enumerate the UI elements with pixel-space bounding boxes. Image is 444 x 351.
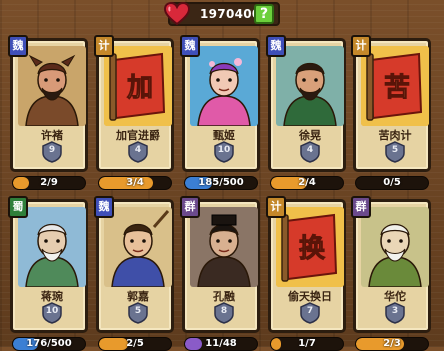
progress-bar: 11/48 (184, 337, 258, 351)
progress-text: 185/500 (198, 177, 244, 188)
progress-text: 176/500 (26, 338, 72, 349)
level-shield-icon: 3 (385, 302, 405, 324)
progress-bar: 0/5 (355, 176, 429, 190)
progress-text: 3/4 (126, 177, 144, 188)
card-frame[interactable]: 许褚 9 (10, 38, 88, 172)
level-shield-icon: 5 (385, 141, 405, 163)
card-slot[interactable]: 换偷天换日 7 计 1/7 (266, 196, 346, 351)
progress-bar: 2/3 (355, 337, 429, 351)
card-portrait: 加 (104, 46, 172, 126)
level-shield-icon: 4 (300, 141, 320, 163)
svg-text:加: 加 (127, 73, 153, 103)
card-slot[interactable]: 许褚 9 魏 2/9 (8, 35, 88, 190)
progress-text: 2/5 (126, 338, 144, 349)
level-shield-icon: 8 (214, 302, 234, 324)
card-frame[interactable]: 孔融 8 (182, 199, 260, 333)
card-level: 5 (134, 306, 142, 316)
card-level: 3 (391, 306, 399, 316)
card-slot[interactable]: 华佗 3 群 2/3 (351, 196, 431, 351)
card-level: 7 (306, 306, 314, 316)
faction-badge: 计 (94, 35, 114, 57)
progress-bar: 185/500 (184, 176, 258, 190)
card-portrait: 换 (276, 207, 344, 287)
card-portrait: 苦 (361, 46, 429, 126)
level-shield-icon: 7 (300, 302, 320, 324)
faction-badge: 计 (266, 196, 286, 218)
card-portrait (18, 46, 86, 126)
card-level: 10 (45, 306, 59, 316)
card-portrait (190, 207, 258, 287)
card-frame[interactable]: 加加官进爵 4 (96, 38, 174, 172)
progress-bar: 2/4 (270, 176, 344, 190)
card-level: 4 (306, 145, 314, 155)
faction-badge: 魏 (8, 35, 28, 57)
card-frame[interactable]: 郭嘉 5 (96, 199, 174, 333)
card-frame[interactable]: 甄姬 10 (182, 38, 260, 172)
faction-badge: 群 (351, 196, 371, 218)
card-portrait (18, 207, 86, 287)
progress-bar: 2/9 (12, 176, 86, 190)
progress-text: 2/9 (40, 177, 58, 188)
progress-bar: 2/5 (98, 337, 172, 351)
progress-bar: 1/7 (270, 337, 344, 351)
level-shield-icon: 10 (42, 302, 62, 324)
card-level: 10 (217, 145, 231, 155)
progress-bar: 3/4 (98, 176, 172, 190)
progress-text: 2/4 (298, 177, 316, 188)
progress-bar: 176/500 (12, 337, 86, 351)
card-slot[interactable]: 加加官进爵 4 计 3/4 (94, 35, 174, 190)
help-button[interactable]: ? (254, 4, 274, 24)
level-shield-icon: 10 (214, 141, 234, 163)
card-frame[interactable]: 徐晃 4 (268, 38, 346, 172)
card-portrait (190, 46, 258, 126)
faction-badge: 群 (180, 196, 200, 218)
card-slot[interactable]: 蒋琬 10 蜀 176/500 (8, 196, 88, 351)
card-level: 9 (48, 145, 56, 155)
faction-badge: 蜀 (8, 196, 28, 218)
faction-badge: 计 (351, 35, 371, 57)
card-level: 5 (391, 145, 399, 155)
svg-text:苦: 苦 (384, 73, 410, 103)
card-slot[interactable]: 甄姬 10 魏 185/500 (180, 35, 260, 190)
card-slot[interactable]: 徐晃 4 魏 2/4 (266, 35, 346, 190)
card-slot[interactable]: 郭嘉 5 魏 2/5 (94, 196, 174, 351)
card-frame[interactable]: 华佗 3 (353, 199, 431, 333)
svg-text:换: 换 (299, 234, 326, 264)
level-shield-icon: 4 (128, 141, 148, 163)
card-portrait (104, 207, 172, 287)
faction-badge: 魏 (180, 35, 200, 57)
progress-text: 11/48 (205, 338, 237, 349)
level-shield-icon: 5 (128, 302, 148, 324)
card-slot[interactable]: 苦苦肉计 5 计 0/5 (351, 35, 431, 190)
card-level: 8 (220, 306, 228, 316)
faction-badge: 魏 (94, 196, 114, 218)
progress-text: 1/7 (298, 338, 316, 349)
card-frame[interactable]: 蒋琬 10 (10, 199, 88, 333)
card-portrait (361, 207, 429, 287)
card-frame[interactable]: 换偷天换日 7 (268, 199, 346, 333)
card-portrait (276, 46, 344, 126)
card-slot[interactable]: 孔融 8 群 11/48 (180, 196, 260, 351)
gold-amount: 1970400 (200, 7, 261, 21)
progress-text: 0/5 (383, 177, 401, 188)
card-level: 4 (134, 145, 142, 155)
card-frame[interactable]: 苦苦肉计 5 (353, 38, 431, 172)
level-shield-icon: 9 (42, 141, 62, 163)
faction-badge: 魏 (266, 35, 286, 57)
progress-text: 2/3 (383, 338, 401, 349)
heart-icon (164, 1, 190, 26)
